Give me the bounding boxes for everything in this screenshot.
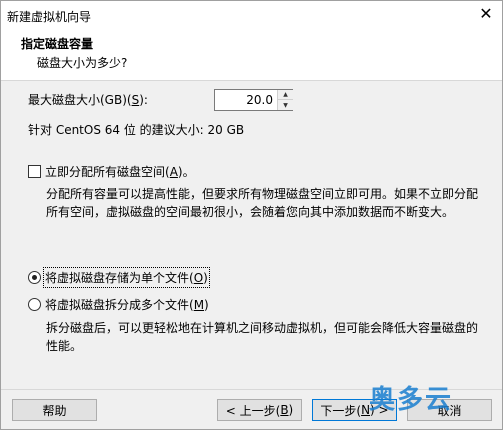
allocate-now-label[interactable]: 立即分配所有磁盘空间(A)。 bbox=[45, 163, 195, 180]
allocate-now-description: 分配所有容量可以提高性能，但要求所有物理磁盘空间立即可用。如果不立即分配所有空间… bbox=[46, 187, 479, 219]
window-title: 新建虚拟机向导 bbox=[7, 10, 92, 24]
stepper-down-icon[interactable]: ▼ bbox=[278, 100, 293, 110]
watermark-logo: 奥多云 bbox=[369, 385, 454, 415]
allocate-now-checkbox-row[interactable]: 立即分配所有磁盘空间(A)。 bbox=[28, 163, 195, 180]
split-files-radio[interactable] bbox=[28, 298, 41, 311]
close-icon[interactable]: ✕ bbox=[474, 3, 498, 25]
page-title: 指定磁盘容量 bbox=[21, 37, 94, 51]
split-files-label[interactable]: 将虚拟磁盘拆分成多个文件(M) bbox=[45, 296, 209, 313]
disk-size-value[interactable]: 20.0 bbox=[215, 90, 277, 110]
title-bar: 新建虚拟机向导 ✕ bbox=[1, 1, 502, 29]
back-button[interactable]: < 上一步(B) bbox=[217, 399, 302, 421]
single-file-label[interactable]: 将虚拟磁盘存储为单个文件(O) bbox=[43, 267, 210, 288]
disk-size-stepper[interactable]: 20.0 ▲ ▼ bbox=[214, 89, 293, 111]
wizard-header: 指定磁盘容量 磁盘大小为多少? bbox=[1, 29, 502, 81]
disk-size-label: 最大磁盘大小(GB)(S): bbox=[28, 93, 148, 107]
recommended-size-text: 针对 CentOS 64 位 的建议大小: 20 GB bbox=[28, 123, 245, 137]
stepper-up-icon[interactable]: ▲ bbox=[278, 90, 293, 100]
single-file-option[interactable]: 将虚拟磁盘存储为单个文件(O) bbox=[28, 267, 210, 288]
new-vm-wizard-window: 新建虚拟机向导 ✕ 指定磁盘容量 磁盘大小为多少? 最大磁盘大小(GB)(S):… bbox=[0, 0, 503, 430]
stepper-buttons: ▲ ▼ bbox=[277, 90, 293, 110]
split-description: 拆分磁盘后，可以更轻松地在计算机之间移动虚拟机，但可能会降低大容量磁盘的性能。 bbox=[46, 321, 479, 353]
page-subtitle: 磁盘大小为多少? bbox=[37, 56, 128, 70]
allocate-now-checkbox[interactable] bbox=[28, 165, 41, 178]
help-button[interactable]: 帮助 bbox=[12, 399, 97, 421]
single-file-radio[interactable] bbox=[28, 271, 41, 284]
split-files-option[interactable]: 将虚拟磁盘拆分成多个文件(M) bbox=[28, 296, 209, 313]
